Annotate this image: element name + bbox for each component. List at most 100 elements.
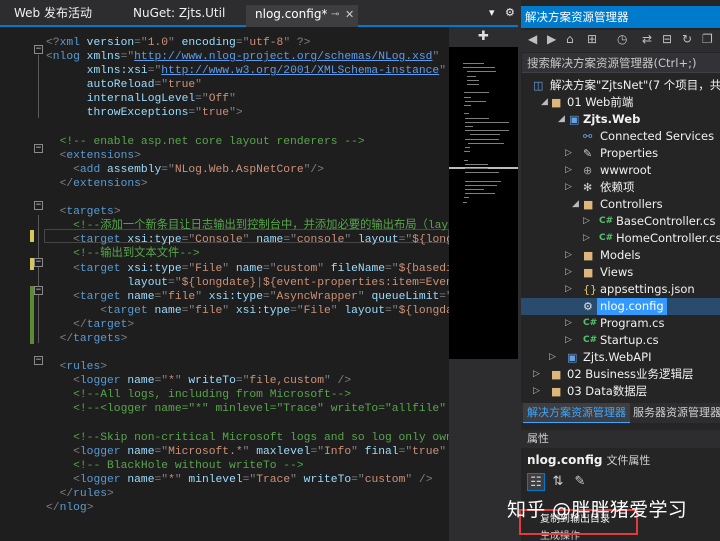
chevron-right-icon[interactable]: ▷	[565, 145, 572, 162]
tree-item-basecontroller[interactable]: ▷ C# BaseController.cs	[521, 213, 720, 230]
collapse-toggle-nlog[interactable]: −	[34, 45, 43, 54]
split-view-icon[interactable]: ✚	[449, 27, 518, 47]
refresh-icon[interactable]: ↻	[682, 32, 692, 46]
tab-nlog-config[interactable]: nlog.config* ⊸ ✕	[246, 5, 358, 27]
collapse-icon[interactable]: ⊟	[662, 32, 672, 46]
code-line[interactable]: <targets>	[46, 205, 449, 219]
chevron-right-icon[interactable]: ▷	[565, 264, 572, 281]
tab-solution-explorer[interactable]: 解决方案资源管理器	[523, 403, 630, 423]
tree-item-nlog-config[interactable]: ⚙ nlog.config	[521, 298, 720, 315]
code-line[interactable]: <logger name="*" minlevel="Trace" writeT…	[46, 473, 449, 487]
chevron-right-icon[interactable]: ▷	[565, 315, 572, 332]
code-line[interactable]	[46, 346, 449, 360]
tab-server-explorer[interactable]: 服务器资源管理器	[629, 403, 720, 423]
code-line[interactable]: <?xml version="1.0" encoding="utf-8" ?>	[46, 36, 449, 50]
code-line[interactable]: <add assembly="NLog.Web.AspNetCore"/>	[46, 163, 449, 177]
tree-item-appsettings[interactable]: ▷ {} appsettings.json	[521, 281, 720, 298]
code-line[interactable]: throwExceptions="true">	[46, 106, 449, 120]
chevron-right-icon[interactable]: ▷	[533, 383, 540, 400]
tree-item-models[interactable]: ▷ ■ Models	[521, 247, 720, 264]
code-line[interactable]: <extensions>	[46, 149, 449, 163]
code-line[interactable]: <!-- enable asp.net core layout renderer…	[46, 135, 449, 149]
code-line[interactable]: autoReload="true"	[46, 78, 449, 92]
tree-item-homecontroller[interactable]: ▷ C# HomeController.cs	[521, 230, 720, 247]
switch-views-icon[interactable]: ⊞	[587, 32, 597, 46]
code-line[interactable]	[46, 121, 449, 135]
code-line[interactable]: <!--Skip non-critical Microsoft logs and…	[46, 431, 449, 445]
tree-item-program[interactable]: ▷ C# Program.cs	[521, 315, 720, 332]
tree-item-wwwroot[interactable]: ▷ ⊕ wwwroot	[521, 162, 720, 179]
tree-item-startup[interactable]: ▷ C# Startup.cs	[521, 332, 720, 349]
history-icon[interactable]: ◷	[617, 32, 627, 46]
tree-item-folder-data[interactable]: ▷ ■ 03 Data数据层	[521, 383, 720, 400]
collapse-toggle-target-file[interactable]: −	[34, 258, 43, 267]
collapse-toggle-targets[interactable]: −	[34, 201, 43, 210]
chevron-down-icon[interactable]: ◢	[541, 94, 548, 111]
chevron-right-icon[interactable]: ▷	[549, 349, 556, 366]
collapse-toggle-extensions[interactable]: −	[34, 144, 43, 153]
home-icon[interactable]: ⌂	[566, 32, 574, 46]
chevron-down-icon[interactable]: ◢	[572, 196, 579, 213]
code-line[interactable]: </rules>	[46, 487, 449, 501]
chevron-down-icon[interactable]: ◢	[558, 111, 565, 128]
chevron-right-icon[interactable]: ▷	[533, 366, 540, 383]
code-line[interactable]: </nlog>	[46, 501, 449, 515]
code-line[interactable]: <logger name="*" writeTo="file,custom" /…	[46, 374, 449, 388]
tree-item-views[interactable]: ▷ ■ Views	[521, 264, 720, 281]
pin-icon[interactable]: ⊸	[331, 5, 339, 24]
code-line[interactable]: layout="${longdate}|${event-properties:i…	[46, 276, 449, 290]
chevron-right-icon[interactable]: ▷	[565, 247, 572, 264]
tree-item-solution[interactable]: ◫ 解决方案"ZjtsNet"(7 个项目，共 7 个)	[521, 77, 720, 94]
tab-nuget-zjts-util[interactable]: NuGet: Zjts.Util	[133, 4, 225, 25]
tab-list-dropdown-icon[interactable]: ▾	[489, 6, 495, 19]
code-line[interactable]: <!--输出到文本文件-->	[46, 247, 449, 261]
chevron-right-icon[interactable]: ▷	[565, 162, 572, 179]
code-line[interactable]: <target xsi:type="Console" name="console…	[46, 233, 449, 247]
code-line[interactable]: <target xsi:type="File" name="custom" fi…	[46, 262, 449, 276]
alphabetical-icon[interactable]: ⇅	[549, 473, 567, 491]
code-editor[interactable]: − − − − − − <?xml version="1.0" encoding…	[0, 27, 449, 541]
xml-code[interactable]: <?xml version="1.0" encoding="utf-8" ?> <…	[46, 36, 449, 515]
tree-item-controllers[interactable]: ◢ ■ Controllers	[521, 196, 720, 213]
code-line[interactable]: <logger name="Microsoft.*" maxlevel="Inf…	[46, 445, 449, 459]
tree-item-project-web[interactable]: ◢ ▣ Zjts.Web	[521, 111, 720, 128]
code-line[interactable]: <!--All logs, including from Microsoft--…	[46, 388, 449, 402]
tree-item-folder-business[interactable]: ▷ ■ 02 Business业务逻辑层	[521, 366, 720, 383]
code-line[interactable]	[46, 417, 449, 431]
properties-object-selector[interactable]: nlog.config 文件属性	[527, 452, 650, 468]
chevron-right-icon[interactable]: ▷	[565, 332, 572, 349]
chevron-right-icon[interactable]: ▷	[565, 281, 572, 298]
code-line[interactable]: internalLogLevel="Off"	[46, 92, 449, 106]
search-input[interactable]: 搜索解决方案资源管理器(Ctrl+;)	[522, 53, 720, 73]
code-line[interactable]: <target name="file" xsi:type="AsyncWrapp…	[46, 290, 449, 304]
forward-icon[interactable]: ▶	[547, 32, 556, 46]
copy-icon[interactable]: ❐	[702, 32, 713, 46]
tree-item-connected-services[interactable]: ⚯ Connected Services	[521, 128, 720, 145]
tree-item-properties[interactable]: ▷ ✎ Properties	[521, 145, 720, 162]
back-icon[interactable]: ◀	[528, 32, 537, 46]
collapse-toggle-target-async[interactable]: −	[34, 286, 43, 295]
wrench-icon[interactable]: ✎	[571, 473, 589, 491]
sync-icon[interactable]: ⇄	[642, 32, 652, 46]
close-icon[interactable]: ✕	[345, 5, 354, 24]
tab-web-publish[interactable]: Web 发布活动	[14, 4, 92, 25]
code-line[interactable]: <nlog xmlns="http://www.nlog-project.org…	[46, 50, 449, 64]
code-line[interactable]: </target>	[46, 318, 449, 332]
tree-item-project-webapi[interactable]: ▷ ▣ Zjts.WebAPI	[521, 349, 720, 366]
code-line[interactable]: </extensions>	[46, 177, 449, 191]
tree-item-folder-web[interactable]: ◢ ■ 01 Web前端	[521, 94, 720, 111]
chevron-right-icon[interactable]: ▷	[583, 230, 590, 247]
code-line[interactable]: <target name="file" xsi:type="File" layo…	[46, 304, 449, 318]
chevron-right-icon[interactable]: ▷	[565, 179, 572, 196]
chevron-right-icon[interactable]: ▷	[583, 213, 590, 230]
categorized-icon[interactable]: ☷	[527, 473, 545, 491]
code-line[interactable]: xmlns:xsi="http://www.w3.org/2001/XMLSch…	[46, 64, 449, 78]
gear-icon[interactable]: ⚙	[505, 6, 515, 19]
scrollbar-minimap[interactable]	[449, 47, 518, 359]
code-line[interactable]: <!-- BlackHole without writeTo -->	[46, 459, 449, 473]
code-line[interactable]: <rules>	[46, 360, 449, 374]
tree-item-dependencies[interactable]: ▷ ✻ 依赖项	[521, 179, 720, 196]
code-line[interactable]	[46, 191, 449, 205]
collapse-toggle-rules[interactable]: −	[34, 356, 43, 365]
code-line[interactable]: </targets>	[46, 332, 449, 346]
